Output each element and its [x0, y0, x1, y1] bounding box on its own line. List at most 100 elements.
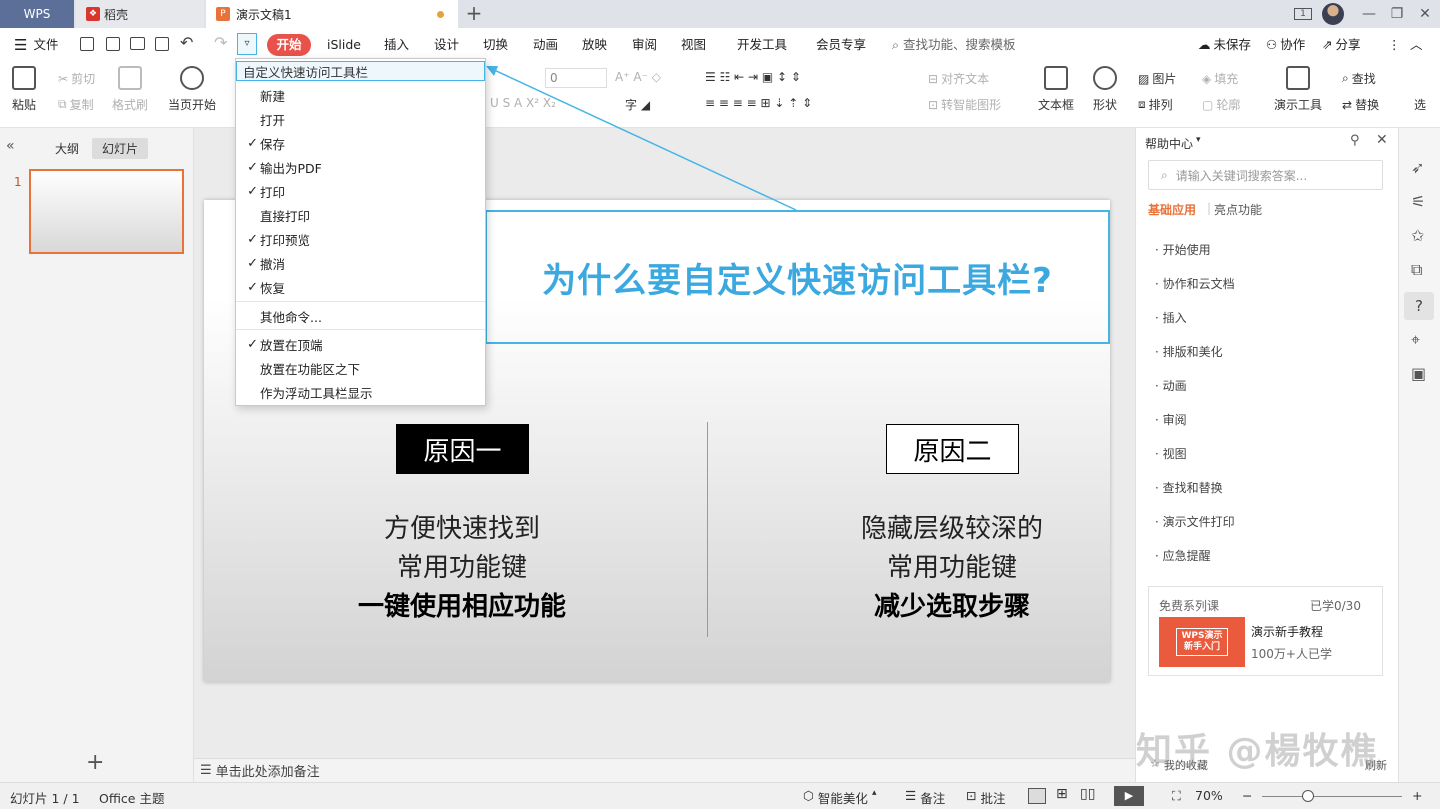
menu-item-undo[interactable]: ✓ 撤消 [236, 251, 485, 275]
course-card-title: 免费系列课 [1159, 599, 1220, 613]
menu-item-label: 其他命令... [260, 309, 322, 325]
help-search-input[interactable]: ⌕ 请输入关键词搜索答案... [1148, 160, 1383, 190]
customize-toolbar-menu: 自定义快速访问工具栏 新建 打开 ✓ 保存 ✓ 输出为PDF ✓ 打印 直接打印 ✓ 打… [235, 58, 486, 406]
help-item-label: 动画 [1162, 379, 1187, 393]
notes-toggle-button[interactable]: ☰ 备注 [905, 788, 945, 807]
theme-name[interactable]: Office 主题 [99, 788, 164, 807]
help-item[interactable]: · 动画 [1155, 377, 1187, 394]
tab-highlights[interactable]: 亮点功能 [1214, 201, 1262, 218]
chevron-down-icon: ▾ [1196, 135, 1201, 145]
check-icon: ✓ [247, 183, 258, 199]
notes-lines-icon: ☰ [905, 788, 917, 803]
help-circle-icon[interactable]: ? [1404, 292, 1434, 320]
help-item-label: 演示文件打印 [1162, 515, 1235, 529]
menu-item-direct-print[interactable]: 直接打印 [236, 203, 485, 227]
help-title-label: 帮助中心 [1145, 137, 1194, 151]
help-item[interactable]: · 插入 [1155, 309, 1187, 326]
pin-icon[interactable]: ⚲ [1350, 133, 1360, 148]
watermark: 知乎 @楊牧樵 [1136, 731, 1379, 772]
menu-item-label: 直接打印 [260, 208, 311, 224]
menu-item-label: 撤消 [260, 256, 286, 272]
menu-item-label: 输出为PDF [260, 160, 322, 176]
tab-basic[interactable]: 基础应用 [1148, 201, 1196, 218]
star-animation-icon[interactable]: ✩ [1411, 226, 1424, 245]
help-item[interactable]: · 审阅 [1155, 411, 1187, 428]
course-name: 演示新手教程 [1251, 625, 1324, 639]
menu-item-place-top[interactable]: ✓ 放置在顶端 [236, 332, 485, 356]
notes-icon: ☰ [200, 763, 212, 778]
menu-item-place-below[interactable]: 放置在功能区之下 [236, 356, 485, 380]
zoom-slider[interactable] [1262, 796, 1402, 797]
smart-beautify-label: 智能美化 [817, 791, 868, 806]
menu-separator [236, 301, 485, 302]
help-item-label: 排版和美化 [1162, 345, 1223, 359]
notes-bar[interactable]: ☰ 单击此处添加备注 [194, 758, 1135, 782]
menu-header: 自定义快速访问工具栏 [236, 61, 485, 81]
menu-item-print-preview[interactable]: ✓ 打印预览 [236, 227, 485, 251]
course-progress: 已学0/30 [1310, 599, 1361, 613]
reading-view-icon[interactable]: ▯▯ [1080, 786, 1095, 802]
help-item-label: 插入 [1162, 311, 1187, 325]
menu-item-new[interactable]: 新建 [236, 83, 485, 107]
menu-separator [236, 329, 485, 330]
help-search-placeholder: 请输入关键词搜索答案... [1175, 168, 1308, 183]
help-title[interactable]: 帮助中心 ▾ [1145, 135, 1201, 152]
side-toolbar: ➶ ⚟ ✩ ⧉ ? ⌖ ▣ [1398, 128, 1440, 782]
rocket-icon[interactable]: ➶ [1411, 158, 1424, 177]
normal-view-icon[interactable] [1028, 788, 1046, 804]
comment-button[interactable]: ⊡ 批注 [966, 788, 1006, 807]
zoom-out-button[interactable]: − [1242, 788, 1252, 803]
comment-icon: ⊡ [966, 788, 977, 803]
help-item-label: 协作和云文档 [1162, 277, 1235, 291]
check-icon: ✓ [247, 279, 258, 295]
help-item[interactable]: · 查找和替换 [1155, 479, 1223, 496]
help-item[interactable]: · 演示文件打印 [1155, 513, 1235, 530]
menu-item-label: 新建 [260, 88, 286, 104]
play-slideshow-button[interactable]: ▶ [1114, 786, 1144, 806]
transition-icon[interactable]: ⧉ [1411, 260, 1422, 280]
menu-item-save[interactable]: ✓ 保存 [236, 131, 485, 155]
grid-view-icon[interactable]: ⊞ [1056, 786, 1068, 802]
menu-item-label: 保存 [260, 136, 286, 152]
check-icon: ✓ [247, 159, 258, 175]
help-item[interactable]: · 排版和美化 [1155, 343, 1223, 360]
cube-icon: ⬡ [803, 788, 814, 803]
location-icon[interactable]: ⌖ [1411, 330, 1420, 350]
course-thumbnail: WPS演示 新手入门 [1159, 617, 1245, 667]
menu-item-more-commands[interactable]: 其他命令... [236, 304, 485, 328]
zoom-slider-handle[interactable] [1302, 790, 1314, 802]
check-icon: ✓ [247, 336, 258, 352]
help-item-label: 应急提醒 [1162, 549, 1211, 563]
help-item-label: 开始使用 [1162, 243, 1211, 257]
check-icon: ✓ [247, 135, 258, 151]
menu-item-floating[interactable]: 作为浮动工具栏显示 [236, 380, 485, 404]
course-card[interactable]: 免费系列课 已学0/30 WPS演示 新手入门 演示新手教程 100万+人已学 [1148, 586, 1383, 676]
check-icon: ✓ [247, 255, 258, 271]
zoom-level[interactable]: 70% [1195, 788, 1223, 803]
image-settings-icon[interactable]: ▣ [1411, 364, 1426, 383]
menu-item-label: 打印 [260, 184, 286, 200]
menu-item-label: 打印预览 [260, 232, 311, 248]
help-item-label: 视图 [1162, 447, 1187, 461]
zoom-in-button[interactable]: + [1412, 788, 1422, 803]
sliders-icon[interactable]: ⚟ [1411, 192, 1425, 211]
menu-item-print[interactable]: ✓ 打印 [236, 179, 485, 203]
help-item[interactable]: · 协作和云文档 [1155, 275, 1235, 292]
fit-window-icon[interactable]: ⛶ [1172, 788, 1181, 804]
menu-item-label: 作为浮动工具栏显示 [260, 385, 373, 401]
menu-item-label: 放置在功能区之下 [260, 361, 361, 377]
help-item[interactable]: · 开始使用 [1155, 241, 1211, 258]
course-learners: 100万+人已学 [1251, 647, 1332, 661]
menu-item-label: 恢复 [260, 280, 286, 296]
close-panel-icon[interactable]: ✕ [1376, 132, 1388, 148]
menu-item-redo[interactable]: ✓ 恢复 [236, 275, 485, 299]
smart-beautify-button[interactable]: ⬡ 智能美化 ▴ [803, 788, 876, 807]
help-item[interactable]: · 视图 [1155, 445, 1187, 462]
search-icon: ⌕ [1161, 167, 1168, 182]
help-item[interactable]: · 应急提醒 [1155, 547, 1211, 564]
menu-item-export-pdf[interactable]: ✓ 输出为PDF [236, 155, 485, 179]
course-thumb-line: 新手入门 [1183, 642, 1220, 652]
help-item-label: 查找和替换 [1162, 481, 1223, 495]
slide-count: 幻灯片 1 / 1 [10, 791, 80, 806]
menu-item-open[interactable]: 打开 [236, 107, 485, 131]
